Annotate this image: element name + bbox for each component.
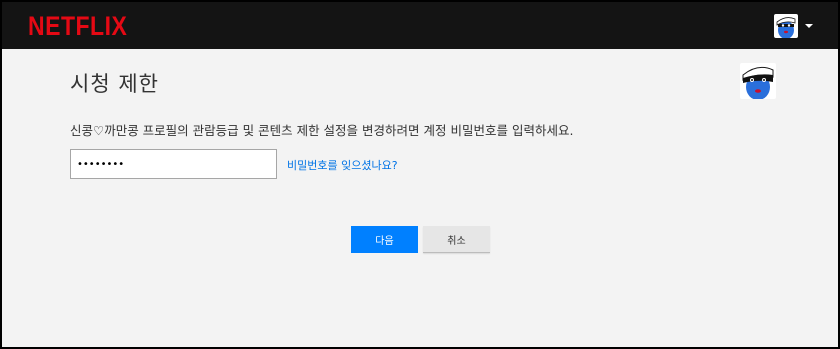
robber-avatar-icon: [740, 63, 776, 99]
page-title: 시청 제한: [70, 72, 159, 96]
password-input[interactable]: [70, 149, 277, 179]
caret-down-icon[interactable]: [805, 24, 813, 28]
netflix-logo[interactable]: NETFLIX: [28, 11, 127, 42]
robber-avatar-icon[interactable]: [774, 14, 798, 38]
cancel-button[interactable]: 취소: [423, 226, 490, 253]
forgot-password-link[interactable]: 비밀번호를 잊으셨나요?: [287, 157, 398, 173]
top-navigation-bar: NETFLIX: [2, 2, 838, 49]
next-button[interactable]: 다음: [351, 226, 418, 253]
instruction-text: 신콩♡까만콩 프로필의 관람등급 및 콘텐츠 제한 설정을 변경하려면 계정 비…: [70, 123, 574, 138]
page-frame: NETFLIX 시청 제한 신콩♡까만콩 프로필의 관람등급 및 콘텐츠 제한 …: [0, 0, 840, 349]
profile-menu[interactable]: [774, 14, 818, 40]
